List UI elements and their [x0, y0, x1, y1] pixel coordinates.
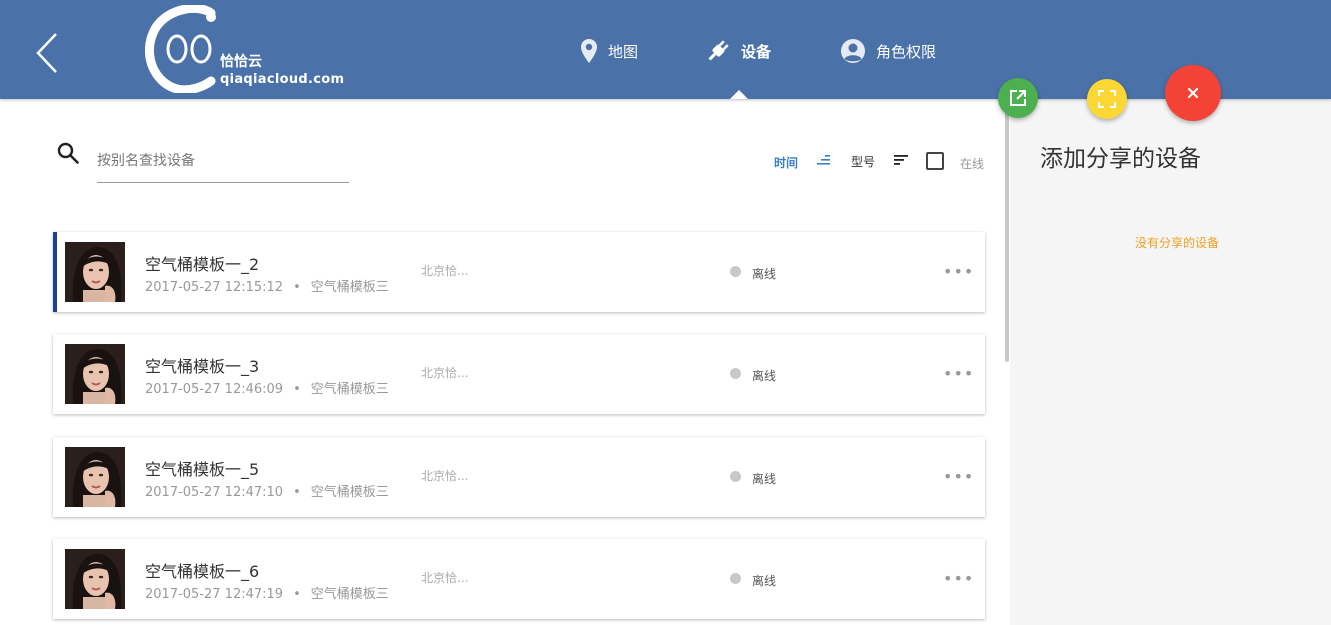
device-template: 空气桶模板三	[310, 382, 389, 397]
device-template: 空气桶模板三	[310, 280, 389, 295]
avatar-photo-icon	[65, 549, 125, 609]
online-filter-checkbox[interactable]	[926, 152, 944, 170]
external-link-icon	[1010, 90, 1026, 106]
logo[interactable]: 恰恰云 qiaqiacloud.com	[144, 3, 345, 95]
sort-ascending-icon[interactable]	[816, 153, 832, 167]
nav-item-label: 设备	[741, 42, 772, 61]
close-button[interactable]	[1165, 65, 1221, 121]
device-card[interactable]: 空气桶模板一_2 2017-05-27 12:15:12 • 空气桶模板三 北京恰.…	[53, 232, 985, 312]
open-external-button[interactable]	[998, 78, 1038, 118]
device-avatar	[65, 242, 125, 302]
nav-item-label: 角色权限	[876, 42, 937, 61]
device-card[interactable]: 空气桶模板一_3 2017-05-27 12:46:09 • 空气桶模板三 北京恰.…	[53, 334, 985, 414]
online-filter-label: 在线	[960, 157, 985, 171]
device-location: 北京恰...	[421, 469, 469, 483]
device-time: 2017-05-27 12:46:09	[145, 382, 284, 397]
fullscreen-button[interactable]	[1087, 79, 1127, 119]
device-template: 空气桶模板三	[310, 485, 389, 500]
device-name: 空气桶模板一_2	[145, 255, 260, 274]
device-card[interactable]: 空气桶模板一_5 2017-05-27 12:47:10 • 空气桶模板三 北京恰.…	[53, 437, 985, 517]
sort-by-time-button[interactable]: 时间	[774, 154, 798, 171]
status-indicator-dot	[730, 368, 741, 379]
device-name: 空气桶模板一_6	[145, 562, 260, 581]
device-avatar	[65, 447, 125, 507]
meta-separator: •	[293, 485, 301, 500]
device-meta: 2017-05-27 12:47:19 • 空气桶模板三	[145, 583, 389, 602]
device-meta: 2017-05-27 12:15:12 • 空气桶模板三	[145, 276, 389, 295]
meta-separator: •	[293, 587, 301, 602]
meta-separator: •	[293, 280, 301, 295]
device-template: 空气桶模板三	[310, 587, 389, 602]
nav-item-role-permissions[interactable]: 角色权限	[840, 38, 936, 64]
avatar-photo-icon	[65, 447, 125, 507]
more-options-icon[interactable]: •••	[943, 262, 974, 281]
sort-by-model-button[interactable]: 型号	[851, 153, 875, 170]
sort-descending-icon[interactable]	[893, 153, 909, 167]
shared-devices-panel: 添加分享的设备 没有分享的设备	[1010, 99, 1331, 625]
plug-icon	[708, 40, 729, 61]
device-time: 2017-05-27 12:15:12	[145, 280, 284, 295]
avatar-photo-icon	[65, 242, 125, 302]
status-indicator-dot	[730, 573, 741, 584]
device-meta: 2017-05-27 12:47:10 • 空气桶模板三	[145, 481, 389, 500]
device-card[interactable]: 空气桶模板一_6 2017-05-27 12:47:19 • 空气桶模板三 北京恰.…	[53, 539, 985, 619]
app-header: 恰恰云 qiaqiacloud.com 地图 设备 角色权限	[0, 0, 1331, 99]
user-icon	[841, 39, 865, 63]
close-icon	[1187, 87, 1199, 99]
device-time: 2017-05-27 12:47:19	[145, 587, 284, 602]
logo-en: qiaqiacloud.com	[220, 72, 345, 87]
avatar-photo-icon	[65, 344, 125, 404]
device-location: 北京恰...	[421, 571, 469, 585]
logo-mark-icon	[144, 3, 216, 95]
nav-item-map[interactable]: 地图	[580, 38, 638, 64]
device-name: 空气桶模板一_5	[145, 460, 260, 479]
device-avatar	[65, 549, 125, 609]
meta-separator: •	[293, 382, 301, 397]
scrollbar-thumb[interactable]	[1005, 100, 1009, 362]
status-indicator-dot	[730, 266, 741, 277]
more-options-icon[interactable]: •••	[943, 364, 974, 383]
device-status: 离线	[752, 267, 777, 281]
device-location: 北京恰...	[421, 264, 469, 278]
more-options-icon[interactable]: •••	[943, 569, 974, 588]
back-arrow-icon[interactable]	[30, 30, 66, 76]
search-input[interactable]	[97, 145, 349, 183]
nav-item-device[interactable]: 设备	[705, 38, 771, 64]
logo-cn: 恰恰云	[220, 54, 262, 70]
fullscreen-icon	[1098, 90, 1116, 108]
empty-state-text: 没有分享的设备	[1135, 236, 1220, 250]
device-status: 离线	[752, 369, 777, 383]
search-icon[interactable]	[56, 141, 80, 165]
device-status: 离线	[752, 472, 777, 486]
panel-title: 添加分享的设备	[1040, 146, 1201, 172]
device-name: 空气桶模板一_3	[145, 357, 260, 376]
status-indicator-dot	[730, 471, 741, 482]
device-meta: 2017-05-27 12:46:09 • 空气桶模板三	[145, 378, 389, 397]
device-status: 离线	[752, 574, 777, 588]
more-options-icon[interactable]: •••	[943, 467, 974, 486]
active-nav-indicator	[730, 90, 748, 99]
device-time: 2017-05-27 12:47:10	[145, 485, 284, 500]
nav-item-label: 地图	[608, 42, 639, 61]
logo-text: 恰恰云 qiaqiacloud.com	[220, 53, 344, 89]
device-location: 北京恰...	[421, 366, 469, 380]
device-avatar	[65, 344, 125, 404]
map-pin-icon	[581, 39, 597, 63]
